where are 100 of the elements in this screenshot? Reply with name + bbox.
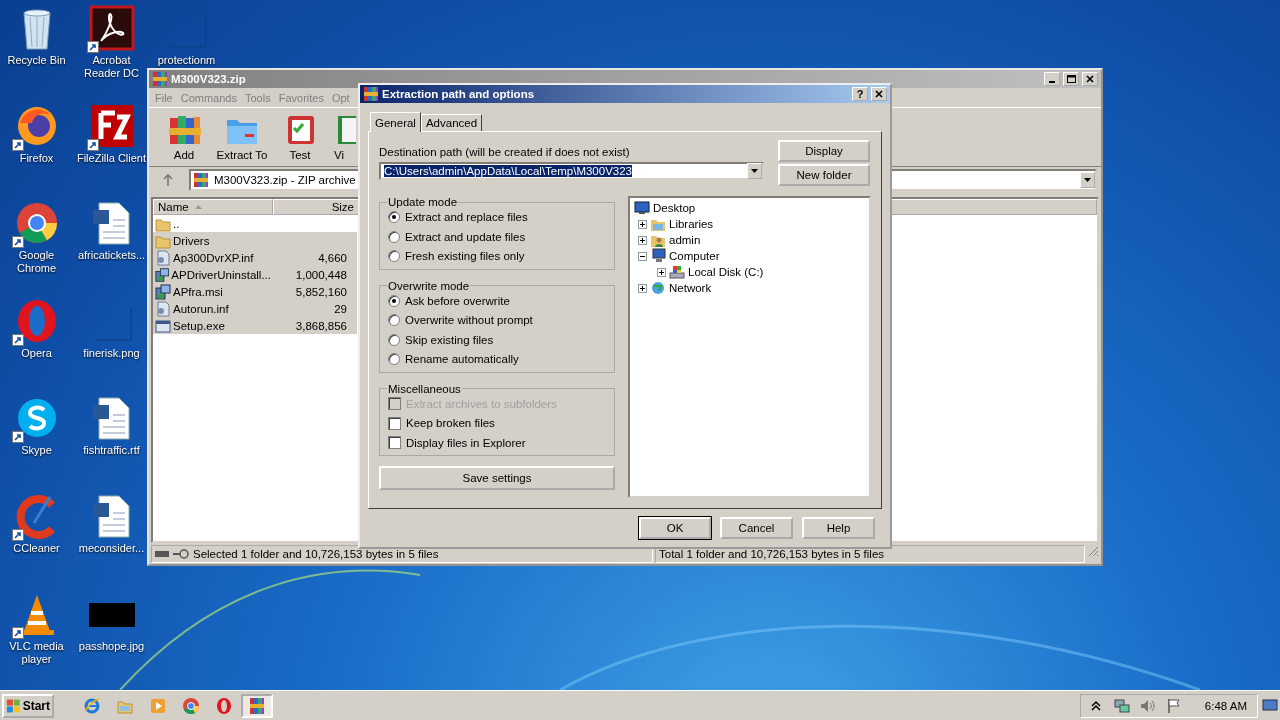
close-button[interactable]: [1082, 72, 1098, 86]
expander[interactable]: [638, 283, 647, 293]
desktop-icon-label[interactable]: VLC media player: [0, 639, 74, 666]
radio-button[interactable]: [388, 314, 400, 327]
file-row[interactable]: Autorun.inf 29: [153, 300, 357, 317]
globe-icon: [650, 280, 666, 296]
column-header[interactable]: Name: [153, 199, 273, 215]
file-size: 29: [334, 302, 347, 315]
taskbar-button[interactable]: [241, 693, 273, 718]
desktop-icon-label[interactable]: passhope.jpg: [78, 639, 145, 653]
desktop-icon-label[interactable]: protectionm: [157, 54, 216, 67]
settings-file-icon: [155, 300, 171, 317]
toolbar-button[interactable]: Extract To: [213, 108, 271, 166]
option-label[interactable]: Extract and replace files: [405, 211, 528, 224]
side-button[interactable]: Display: [778, 140, 870, 162]
option-label[interactable]: Extract and update files: [405, 230, 526, 243]
dialog-button[interactable]: Help: [802, 517, 875, 539]
radio-button[interactable]: [388, 333, 400, 346]
file-size: 4,660: [318, 251, 347, 264]
option-label[interactable]: Fresh existing files only: [405, 250, 525, 263]
side-button[interactable]: New folder: [778, 164, 870, 186]
file-row[interactable]: Ap300DvrXP.inf 4,660: [153, 249, 357, 266]
option-label[interactable]: Keep broken files: [406, 417, 495, 430]
browser-e-icon[interactable]: [83, 696, 101, 715]
plus-icon: [659, 269, 664, 275]
up-arrow-icon: [163, 174, 173, 186]
expander[interactable]: [638, 251, 647, 261]
close-button[interactable]: [871, 87, 887, 101]
expander[interactable]: [638, 235, 647, 245]
column-header[interactable]: Size: [273, 199, 359, 215]
minus-icon: [640, 253, 645, 259]
desktop-icon-label[interactable]: Opera: [21, 346, 52, 360]
file-name: APfra.msi: [173, 285, 223, 298]
window-title: M300V323.zip: [171, 73, 247, 85]
tree-item[interactable]: Network: [669, 282, 712, 294]
desktop-icon-label[interactable]: Firefox: [19, 151, 54, 165]
show-desktop-icon[interactable]: [1262, 698, 1278, 713]
expander[interactable]: [657, 267, 666, 277]
option-label[interactable]: Overwrite without prompt: [405, 314, 533, 327]
toolbar-button[interactable]: Test: [271, 108, 329, 166]
toolbar-button[interactable]: Add: [155, 108, 213, 166]
tree-item[interactable]: Local Disk (C:): [688, 266, 764, 278]
tree-item[interactable]: Libraries: [669, 218, 714, 230]
settings-file-icon: [155, 249, 171, 266]
computer-icon: [650, 248, 666, 264]
file-row[interactable]: Setup.exe 3,868,856: [153, 317, 357, 334]
maximize-icon: [1066, 75, 1076, 83]
desktop-icon-label[interactable]: FileZilla Client: [76, 151, 147, 165]
desktop-icon-label[interactable]: Skype: [21, 444, 52, 458]
network-icon[interactable]: [1112, 696, 1131, 715]
option-label[interactable]: Rename automatically: [405, 353, 519, 366]
tree-item[interactable]: Computer: [669, 250, 720, 262]
status-text: Selected 1 folder and 10,726,153 bytes in 5 files: [193, 548, 439, 560]
minimize-button[interactable]: [1044, 72, 1060, 86]
pdf-reader-icon[interactable]: [88, 5, 135, 51]
help-button[interactable]: ?: [852, 87, 868, 101]
file-size: 1,000,448: [295, 268, 347, 281]
desktop-icon-label[interactable]: africatickets...: [77, 249, 146, 263]
tree-item[interactable]: admin: [669, 234, 701, 246]
drive-icon: [155, 550, 169, 558]
radio-button[interactable]: [388, 353, 400, 366]
caret-icon: [751, 169, 758, 173]
tab[interactable]: Advanced: [420, 114, 483, 131]
radio-button[interactable]: [388, 211, 400, 224]
dialog-button[interactable]: OK: [639, 517, 711, 539]
archive-app-icon[interactable]: [248, 696, 266, 715]
resize-grip-icon[interactable]: [1087, 545, 1099, 557]
radio-button[interactable]: [388, 250, 400, 263]
file-row[interactable]: APDriverUninstall... 1,000,448: [153, 266, 357, 283]
field-label: Destination path (will be created if does not exist): [379, 146, 631, 158]
ftp-client-icon[interactable]: [88, 102, 135, 149]
desktop-icon-label[interactable]: Google Chrome: [0, 249, 74, 276]
desktop-icon-label[interactable]: Recycle Bin: [7, 54, 66, 67]
clock[interactable]: 6:48 AM: [1204, 699, 1247, 712]
file-row[interactable]: Drivers: [153, 232, 357, 249]
desktop-icon-label[interactable]: fishtraffic.rtf: [83, 444, 140, 458]
tab[interactable]: General: [370, 112, 421, 132]
group-title: Miscellaneous: [387, 382, 462, 395]
checkbox[interactable]: [388, 436, 401, 450]
option-label[interactable]: Ask before overwrite: [405, 294, 510, 307]
installer-icon: [155, 266, 170, 283]
desktop-icon-label[interactable]: CCleaner: [13, 541, 60, 555]
desktop-icon-label[interactable]: meconsider...: [78, 541, 145, 555]
archive-app-icon: [193, 172, 209, 188]
desktop-icon-label[interactable]: Acrobat Reader DC: [74, 54, 149, 80]
checkbox[interactable]: [388, 416, 401, 430]
desktop-icon-label[interactable]: finerisk.png: [83, 346, 140, 360]
maximize-button[interactable]: [1063, 72, 1079, 86]
group-title: Update mode: [387, 196, 459, 208]
expander[interactable]: [638, 219, 647, 229]
start-button[interactable]: Start: [2, 693, 54, 718]
option-label[interactable]: Display files in Explorer: [406, 436, 526, 449]
sort-arrow-icon: [194, 205, 202, 209]
option-label[interactable]: Skip existing files: [405, 333, 494, 346]
dialog-button[interactable]: Cancel: [720, 517, 793, 539]
file-row[interactable]: APfra.msi 5,852,160: [153, 283, 357, 300]
tree-item[interactable]: Desktop: [653, 202, 696, 214]
windows-logo-icon: [6, 697, 21, 714]
destination-path-combo[interactable]: C:\Users\admin\AppData\Local\Temp\M300V323: [379, 162, 764, 180]
save-settings-button[interactable]: Save settings: [379, 466, 615, 490]
